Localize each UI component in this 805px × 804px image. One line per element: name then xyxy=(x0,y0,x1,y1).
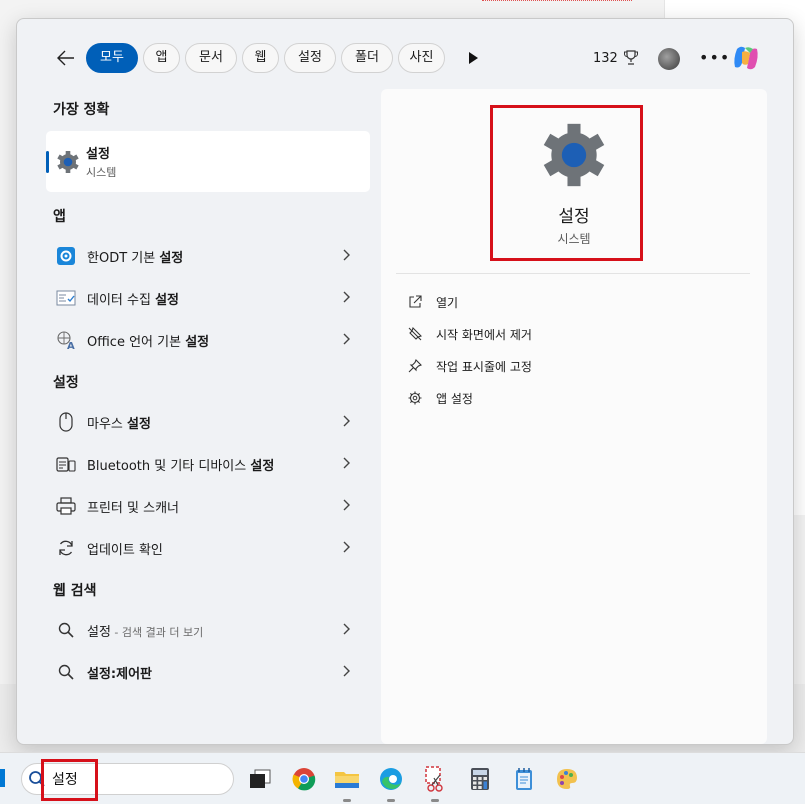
svg-text:A: A xyxy=(67,341,75,350)
web-item-control-panel[interactable]: 설정:제어판 xyxy=(46,652,370,692)
more-options-icon[interactable]: ••• xyxy=(699,48,730,67)
chevron-right-icon xyxy=(343,499,350,511)
gear-icon xyxy=(407,390,423,406)
chevron-right-icon xyxy=(343,665,350,677)
hanodt-settings-icon xyxy=(56,246,76,266)
office-language-icon: A xyxy=(56,330,76,350)
refresh-icon xyxy=(56,538,76,558)
app-item-data-collection-settings[interactable]: 데이터 수집 설정 xyxy=(46,278,370,318)
setting-item-bluetooth[interactable]: Bluetooth 및 기타 디바이스 설정 xyxy=(46,444,370,484)
tab-folders[interactable]: 폴더 xyxy=(341,43,393,73)
tab-documents[interactable]: 문서 xyxy=(185,43,237,73)
list-item-label: 프린터 및 스캐너 xyxy=(87,501,179,516)
action-label: 시작 화면에서 제거 xyxy=(436,328,532,342)
tab-all[interactable]: 모두 xyxy=(86,43,138,73)
chevron-right-icon xyxy=(343,249,350,261)
detail-pane: 설정 시스템 열기 시작 화면에서 제거 작업 표시줄에 고정 앱 설정 xyxy=(381,89,767,744)
detail-subtitle: 시스템 xyxy=(557,232,591,246)
file-explorer-icon[interactable] xyxy=(334,766,360,792)
best-match-item[interactable]: 설정 시스템 xyxy=(46,131,370,192)
chevron-right-icon xyxy=(343,457,350,469)
paint-icon[interactable] xyxy=(554,766,580,792)
settings-gear-icon xyxy=(57,151,79,173)
web-item-more-results[interactable]: 설정 - 검색 결과 더 보기 xyxy=(46,610,370,650)
action-label: 작업 표시줄에 고정 xyxy=(436,360,532,374)
chrome-icon[interactable] xyxy=(291,766,317,792)
search-icon xyxy=(56,662,76,682)
calculator-icon[interactable] xyxy=(467,766,493,792)
back-button[interactable] xyxy=(53,45,79,71)
list-item-label: 데이터 수집 설정 xyxy=(87,293,179,308)
notepad-icon[interactable] xyxy=(511,766,537,792)
running-indicator xyxy=(343,799,351,802)
chevron-right-icon xyxy=(343,541,350,553)
data-collection-icon xyxy=(56,288,76,308)
more-tabs-icon[interactable] xyxy=(469,52,478,64)
tab-apps[interactable]: 앱 xyxy=(143,43,180,73)
chevron-right-icon xyxy=(343,415,350,427)
divider xyxy=(396,273,750,274)
settings-gear-icon[interactable] xyxy=(540,121,608,189)
search-highlight-box xyxy=(41,759,98,801)
copilot-icon[interactable] xyxy=(731,43,761,73)
best-match-subtitle: 시스템 xyxy=(86,166,117,179)
pin-icon xyxy=(407,358,423,374)
avatar[interactable] xyxy=(658,48,680,70)
web-search-heading: 웹 검색 xyxy=(53,583,97,599)
taskbar xyxy=(0,752,805,804)
start-button[interactable] xyxy=(0,769,5,787)
filter-bar: 모두 앱 문서 웹 설정 폴더 사진 132 ••• xyxy=(17,19,793,99)
search-icon xyxy=(56,620,76,640)
list-item-label: 설정:제어판 xyxy=(87,667,152,682)
app-item-hanodt-settings[interactable]: 한ODT 기본 설정 xyxy=(46,236,370,276)
setting-item-printers[interactable]: 프린터 및 스캐너 xyxy=(46,486,370,526)
chevron-right-icon xyxy=(343,623,350,635)
printer-icon xyxy=(56,496,76,516)
chevron-right-icon xyxy=(343,333,350,345)
detail-title: 설정 xyxy=(558,207,590,227)
chevron-right-icon xyxy=(343,291,350,303)
list-item-label: 마우스 설정 xyxy=(87,417,151,432)
open-external-icon xyxy=(407,294,423,310)
list-item-label: 업데이트 확인 xyxy=(87,543,163,558)
settings-heading: 설정 xyxy=(53,375,79,391)
tab-web[interactable]: 웹 xyxy=(242,43,279,73)
trophy-icon[interactable] xyxy=(623,49,639,67)
tab-photos[interactable]: 사진 xyxy=(398,43,445,73)
action-label: 열기 xyxy=(436,296,459,310)
mouse-icon xyxy=(56,412,76,432)
action-label: 앱 설정 xyxy=(436,392,473,406)
back-arrow-icon xyxy=(57,50,74,66)
tab-settings[interactable]: 설정 xyxy=(284,43,336,73)
search-flyout: 모두 앱 문서 웹 설정 폴더 사진 132 ••• 가장 정확 설정 시스템 … xyxy=(16,18,794,745)
apps-heading: 앱 xyxy=(53,209,66,225)
list-item-label: 설정 - 검색 결과 더 보기 xyxy=(87,625,204,640)
snipping-tool-icon[interactable] xyxy=(422,766,448,792)
bluetooth-devices-icon xyxy=(56,454,76,474)
running-indicator xyxy=(387,799,395,802)
best-match-title: 설정 xyxy=(86,147,110,162)
rewards-points[interactable]: 132 xyxy=(593,51,618,66)
setting-item-update-check[interactable]: 업데이트 확인 xyxy=(46,528,370,568)
background-decoration xyxy=(482,0,632,1)
app-item-office-language-settings[interactable]: A Office 언어 기본 설정 xyxy=(46,320,370,360)
list-item-label: Office 언어 기본 설정 xyxy=(87,335,210,350)
best-match-heading: 가장 정확 xyxy=(53,102,110,118)
edge-icon[interactable] xyxy=(378,766,404,792)
list-item-label: 한ODT 기본 설정 xyxy=(87,251,184,266)
running-indicator xyxy=(431,799,439,802)
unpin-icon xyxy=(407,326,423,342)
setting-item-mouse[interactable]: 마우스 설정 xyxy=(46,402,370,442)
task-view-icon[interactable] xyxy=(247,766,273,792)
list-item-label: Bluetooth 및 기타 디바이스 설정 xyxy=(87,459,275,474)
selection-indicator xyxy=(46,151,49,173)
